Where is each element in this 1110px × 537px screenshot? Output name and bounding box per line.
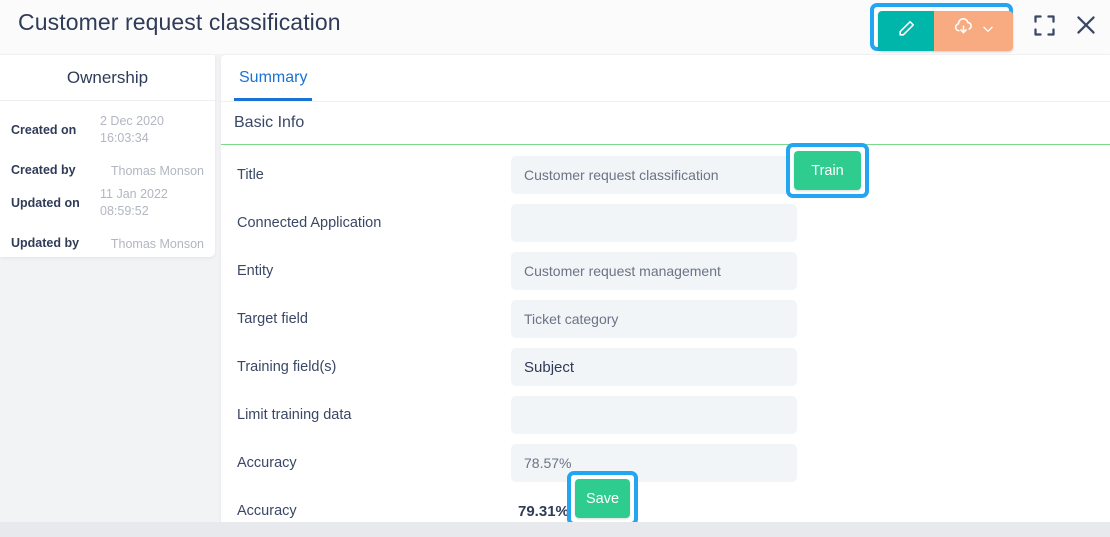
action-button-group — [878, 11, 1013, 51]
chevron-down-icon[interactable] — [981, 22, 995, 41]
summary-panel: Summary Basic Info Title Customer request… — [221, 55, 1110, 522]
field-value-target-field[interactable]: Ticket category — [511, 300, 797, 338]
form-row: Target field Ticket category — [221, 295, 1110, 343]
form-row: Accuracy 78.57% — [221, 439, 1110, 487]
ownership-row: Created by Thomas Monson — [11, 153, 204, 180]
field-label: Target field — [237, 311, 308, 327]
ownership-row-value: 11 Jan 2022 08:59:52 — [100, 187, 168, 218]
expand-icon[interactable] — [1031, 12, 1058, 39]
form-row: Title Customer request classification — [221, 151, 1110, 199]
ownership-row-value: 2 Dec 2020 16:03:34 — [100, 114, 164, 145]
form-row: Entity Customer request management — [221, 247, 1110, 295]
field-value-entity[interactable]: Customer request management — [511, 252, 797, 290]
ownership-row-value: Thomas Monson — [110, 237, 204, 251]
ownership-rows: Created on 2 Dec 2020 16:03:34 Created by T… — [0, 101, 215, 253]
ownership-row: Updated on 11 Jan 2022 08:59:52 — [11, 186, 204, 220]
ownership-row-value: Thomas Monson — [110, 164, 204, 178]
edit-button[interactable] — [878, 11, 934, 51]
field-label: Training field(s) — [237, 359, 337, 375]
export-button[interactable] — [934, 11, 1013, 51]
basic-info-form: Title Customer request classification Conn… — [221, 145, 1110, 522]
save-button[interactable]: Save — [575, 479, 630, 518]
field-label: Limit training data — [237, 407, 352, 423]
field-value-accuracy-secondary: 79.31% — [518, 502, 569, 520]
ownership-heading: Ownership — [0, 55, 215, 101]
field-value-limit-training-data[interactable] — [511, 396, 797, 434]
close-icon[interactable] — [1072, 11, 1100, 39]
cloud-download-icon — [953, 18, 974, 44]
action-group-highlight — [870, 3, 1013, 51]
form-row: Training field(s) Subject — [221, 343, 1110, 391]
form-row: Limit training data — [221, 391, 1110, 439]
field-value-connected-application[interactable] — [511, 204, 797, 242]
save-button-highlight: Save — [567, 471, 638, 526]
field-label: Entity — [237, 263, 274, 279]
field-value-title[interactable]: Customer request classification — [511, 156, 797, 194]
field-label: Accuracy — [237, 455, 297, 471]
field-value-accuracy[interactable]: 78.57% — [511, 444, 797, 482]
ownership-panel: Ownership Created on 2 Dec 2020 16:03:34 C… — [0, 55, 215, 257]
ownership-row-label: Created by — [11, 163, 76, 177]
field-label: Accuracy — [237, 503, 297, 519]
page-title: Customer request classification — [18, 9, 341, 35]
ownership-row-label: Updated on — [11, 196, 80, 210]
tab-bar: Summary — [221, 55, 1110, 102]
application-window: Customer request classification Ownershi… — [0, 0, 1110, 537]
ownership-row-label: Created on — [11, 123, 77, 137]
ownership-row: Updated by Thomas Monson — [11, 226, 204, 253]
field-label: Connected Application — [237, 215, 382, 231]
tab-summary[interactable]: Summary — [234, 69, 313, 101]
bottom-bar — [0, 522, 1110, 537]
pencil-icon — [897, 19, 916, 43]
train-button[interactable]: Train — [794, 151, 861, 190]
ownership-row-label: Updated by — [11, 236, 80, 250]
ownership-row: Created on 2 Dec 2020 16:03:34 — [11, 113, 204, 147]
section-heading-basic-info: Basic Info — [221, 102, 1110, 145]
form-row: Connected Application — [221, 199, 1110, 247]
train-button-highlight: Train — [786, 143, 869, 198]
form-row: Accuracy 79.31% — [221, 487, 1110, 522]
field-value-training-field-s[interactable]: Subject — [511, 348, 797, 386]
field-label: Title — [237, 167, 264, 183]
